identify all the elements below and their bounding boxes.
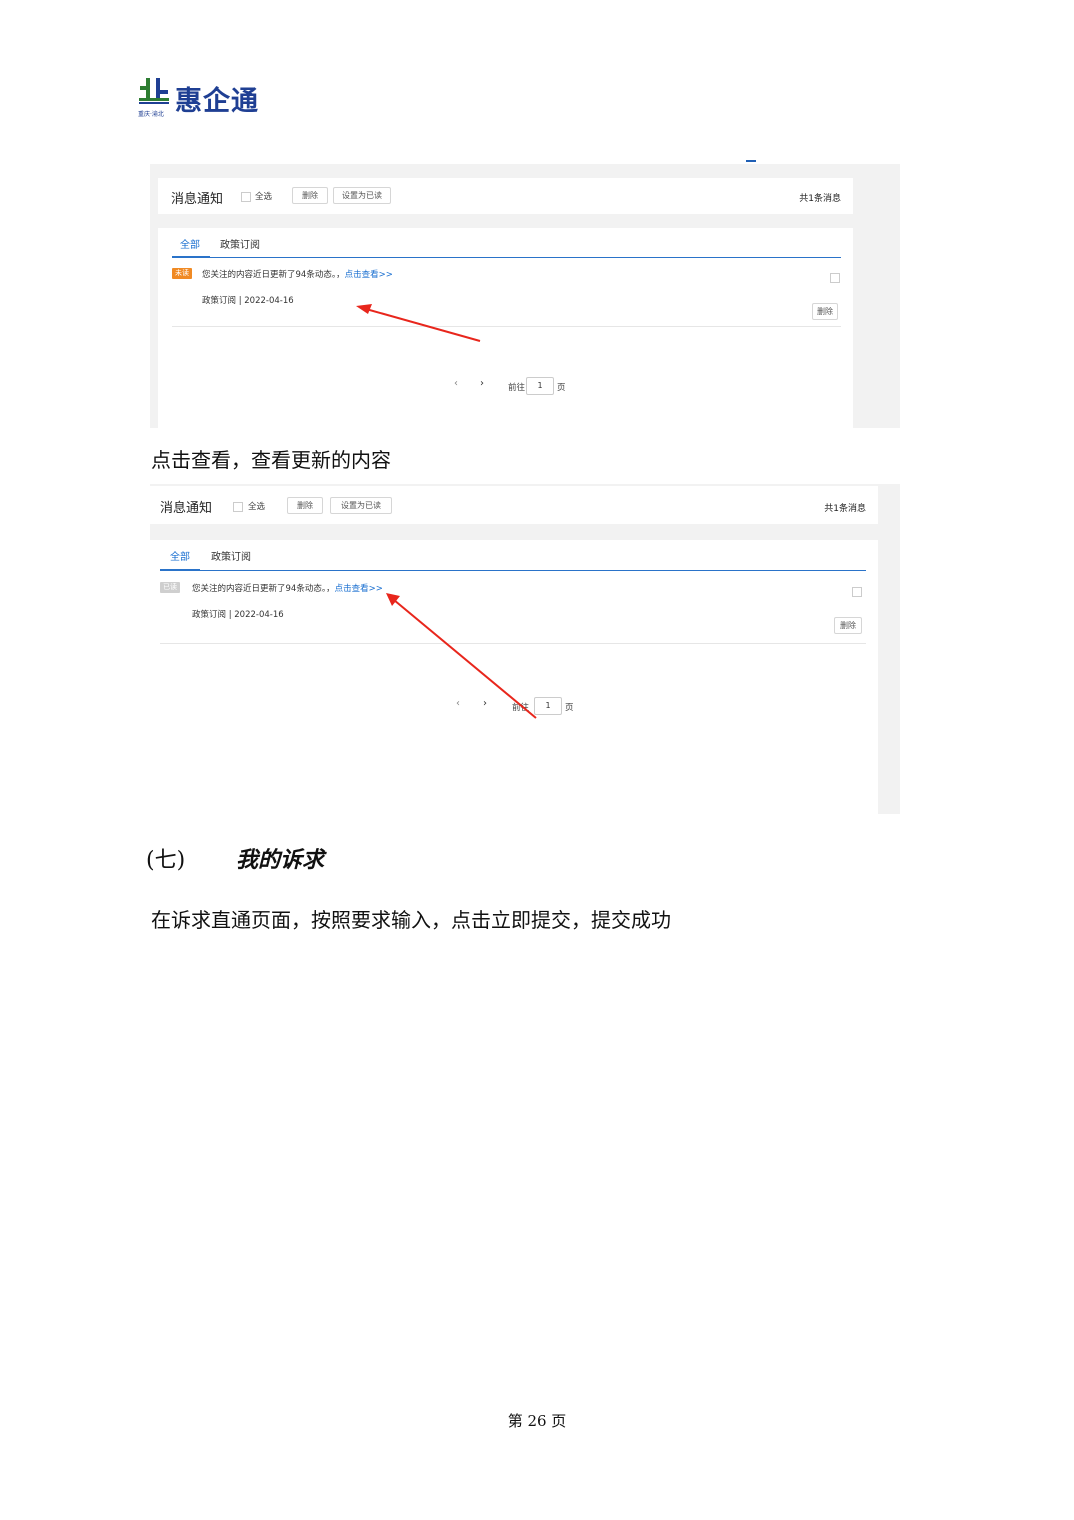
logo: 重庆·渝北 惠企通 [137, 76, 267, 120]
tab-indicator [172, 256, 210, 258]
delete-button[interactable]: 删除 [292, 187, 328, 204]
section-number: (七) [146, 848, 186, 873]
view-link[interactable]: 点击查看>> [345, 270, 393, 280]
logo-subtitle: 重庆·渝北 [138, 111, 164, 118]
message-text: 您关注的内容近日更新了94条动态。，点击查看>> [202, 268, 393, 280]
toolbar: 消息通知 全选 删除 设置为已读 共1条消息 [158, 178, 853, 214]
row-separator [172, 326, 841, 327]
read-badge: 已读 [160, 582, 180, 593]
message-body: 您关注的内容近日更新了94条动态。， [202, 270, 345, 280]
tab-all[interactable]: 全部 [170, 548, 190, 563]
message-text: 您关注的内容近日更新了94条动态。，点击查看>> [192, 582, 383, 594]
delete-button[interactable]: 删除 [287, 497, 323, 514]
message-meta: 政策订阅 | 2022-04-16 [192, 610, 284, 620]
next-page-icon[interactable]: › [480, 378, 484, 389]
prev-page-icon[interactable]: ‹ [456, 698, 460, 709]
tab-divider [160, 570, 866, 571]
message-count: 共1条消息 [824, 504, 866, 514]
decorative-tick [746, 160, 756, 162]
logo-text: 惠企通 [175, 86, 259, 117]
screenshot-unread: 消息通知 全选 删除 设置为已读 共1条消息 全部 政策订阅 未读 您关注的内容… [150, 164, 900, 428]
screenshot-read: 消息通知 全选 删除 设置为已读 共1条消息 全部 政策订阅 已读 您关注的内容… [150, 484, 900, 814]
select-all-checkbox[interactable] [233, 502, 243, 512]
page-input[interactable]: 1 [526, 377, 554, 395]
mark-read-button[interactable]: 设置为已读 [330, 497, 392, 514]
message-meta: 政策订阅 | 2022-04-16 [202, 296, 294, 306]
pager-suffix: 页 [557, 383, 566, 393]
next-page-icon[interactable]: › [483, 698, 487, 709]
right-gutter [853, 164, 900, 428]
view-link[interactable]: 点击查看>> [335, 584, 383, 594]
tab-divider [172, 257, 841, 258]
message-panel: 全部 政策订阅 未读 您关注的内容近日更新了94条动态。，点击查看>> 政策订阅… [158, 228, 853, 428]
caption: 点击查看，查看更新的内容 [151, 448, 391, 472]
message-count: 共1条消息 [799, 194, 841, 204]
tab-policy-subscription[interactable]: 政策订阅 [211, 548, 251, 563]
paragraph: 在诉求直通页面，按照要求输入，点击立即提交，提交成功 [151, 908, 671, 932]
tab-all[interactable]: 全部 [180, 236, 200, 251]
tab-policy-subscription[interactable]: 政策订阅 [220, 236, 260, 251]
mark-read-button[interactable]: 设置为已读 [333, 187, 391, 204]
tab-indicator [160, 569, 200, 571]
row-delete-button[interactable]: 删除 [834, 617, 862, 634]
message-panel: 全部 政策订阅 已读 您关注的内容近日更新了94条动态。，点击查看>> 政策订阅… [150, 540, 878, 814]
section-title: 我的诉求 [236, 847, 325, 873]
page-title: 消息通知 [171, 192, 224, 207]
prev-page-icon[interactable]: ‹ [454, 378, 458, 389]
pager-suffix: 页 [565, 703, 574, 713]
select-all-checkbox[interactable] [241, 192, 251, 202]
pager-prefix: 前往 [508, 383, 526, 393]
page-footer: 第 26 页 [507, 1412, 567, 1430]
toolbar: 消息通知 全选 删除 设置为已读 共1条消息 [150, 486, 878, 524]
row-checkbox[interactable] [830, 273, 840, 283]
page-title: 消息通知 [160, 501, 213, 516]
row-delete-button[interactable]: 删除 [812, 303, 838, 320]
row-separator [160, 643, 866, 644]
select-all-label: 全选 [255, 192, 273, 202]
pager-prefix: 前往 [512, 703, 530, 713]
message-body: 您关注的内容近日更新了94条动态。， [192, 584, 335, 594]
page-input[interactable]: 1 [534, 697, 562, 715]
unread-badge: 未读 [172, 268, 192, 279]
select-all-label: 全选 [248, 502, 266, 512]
row-checkbox[interactable] [852, 587, 862, 597]
